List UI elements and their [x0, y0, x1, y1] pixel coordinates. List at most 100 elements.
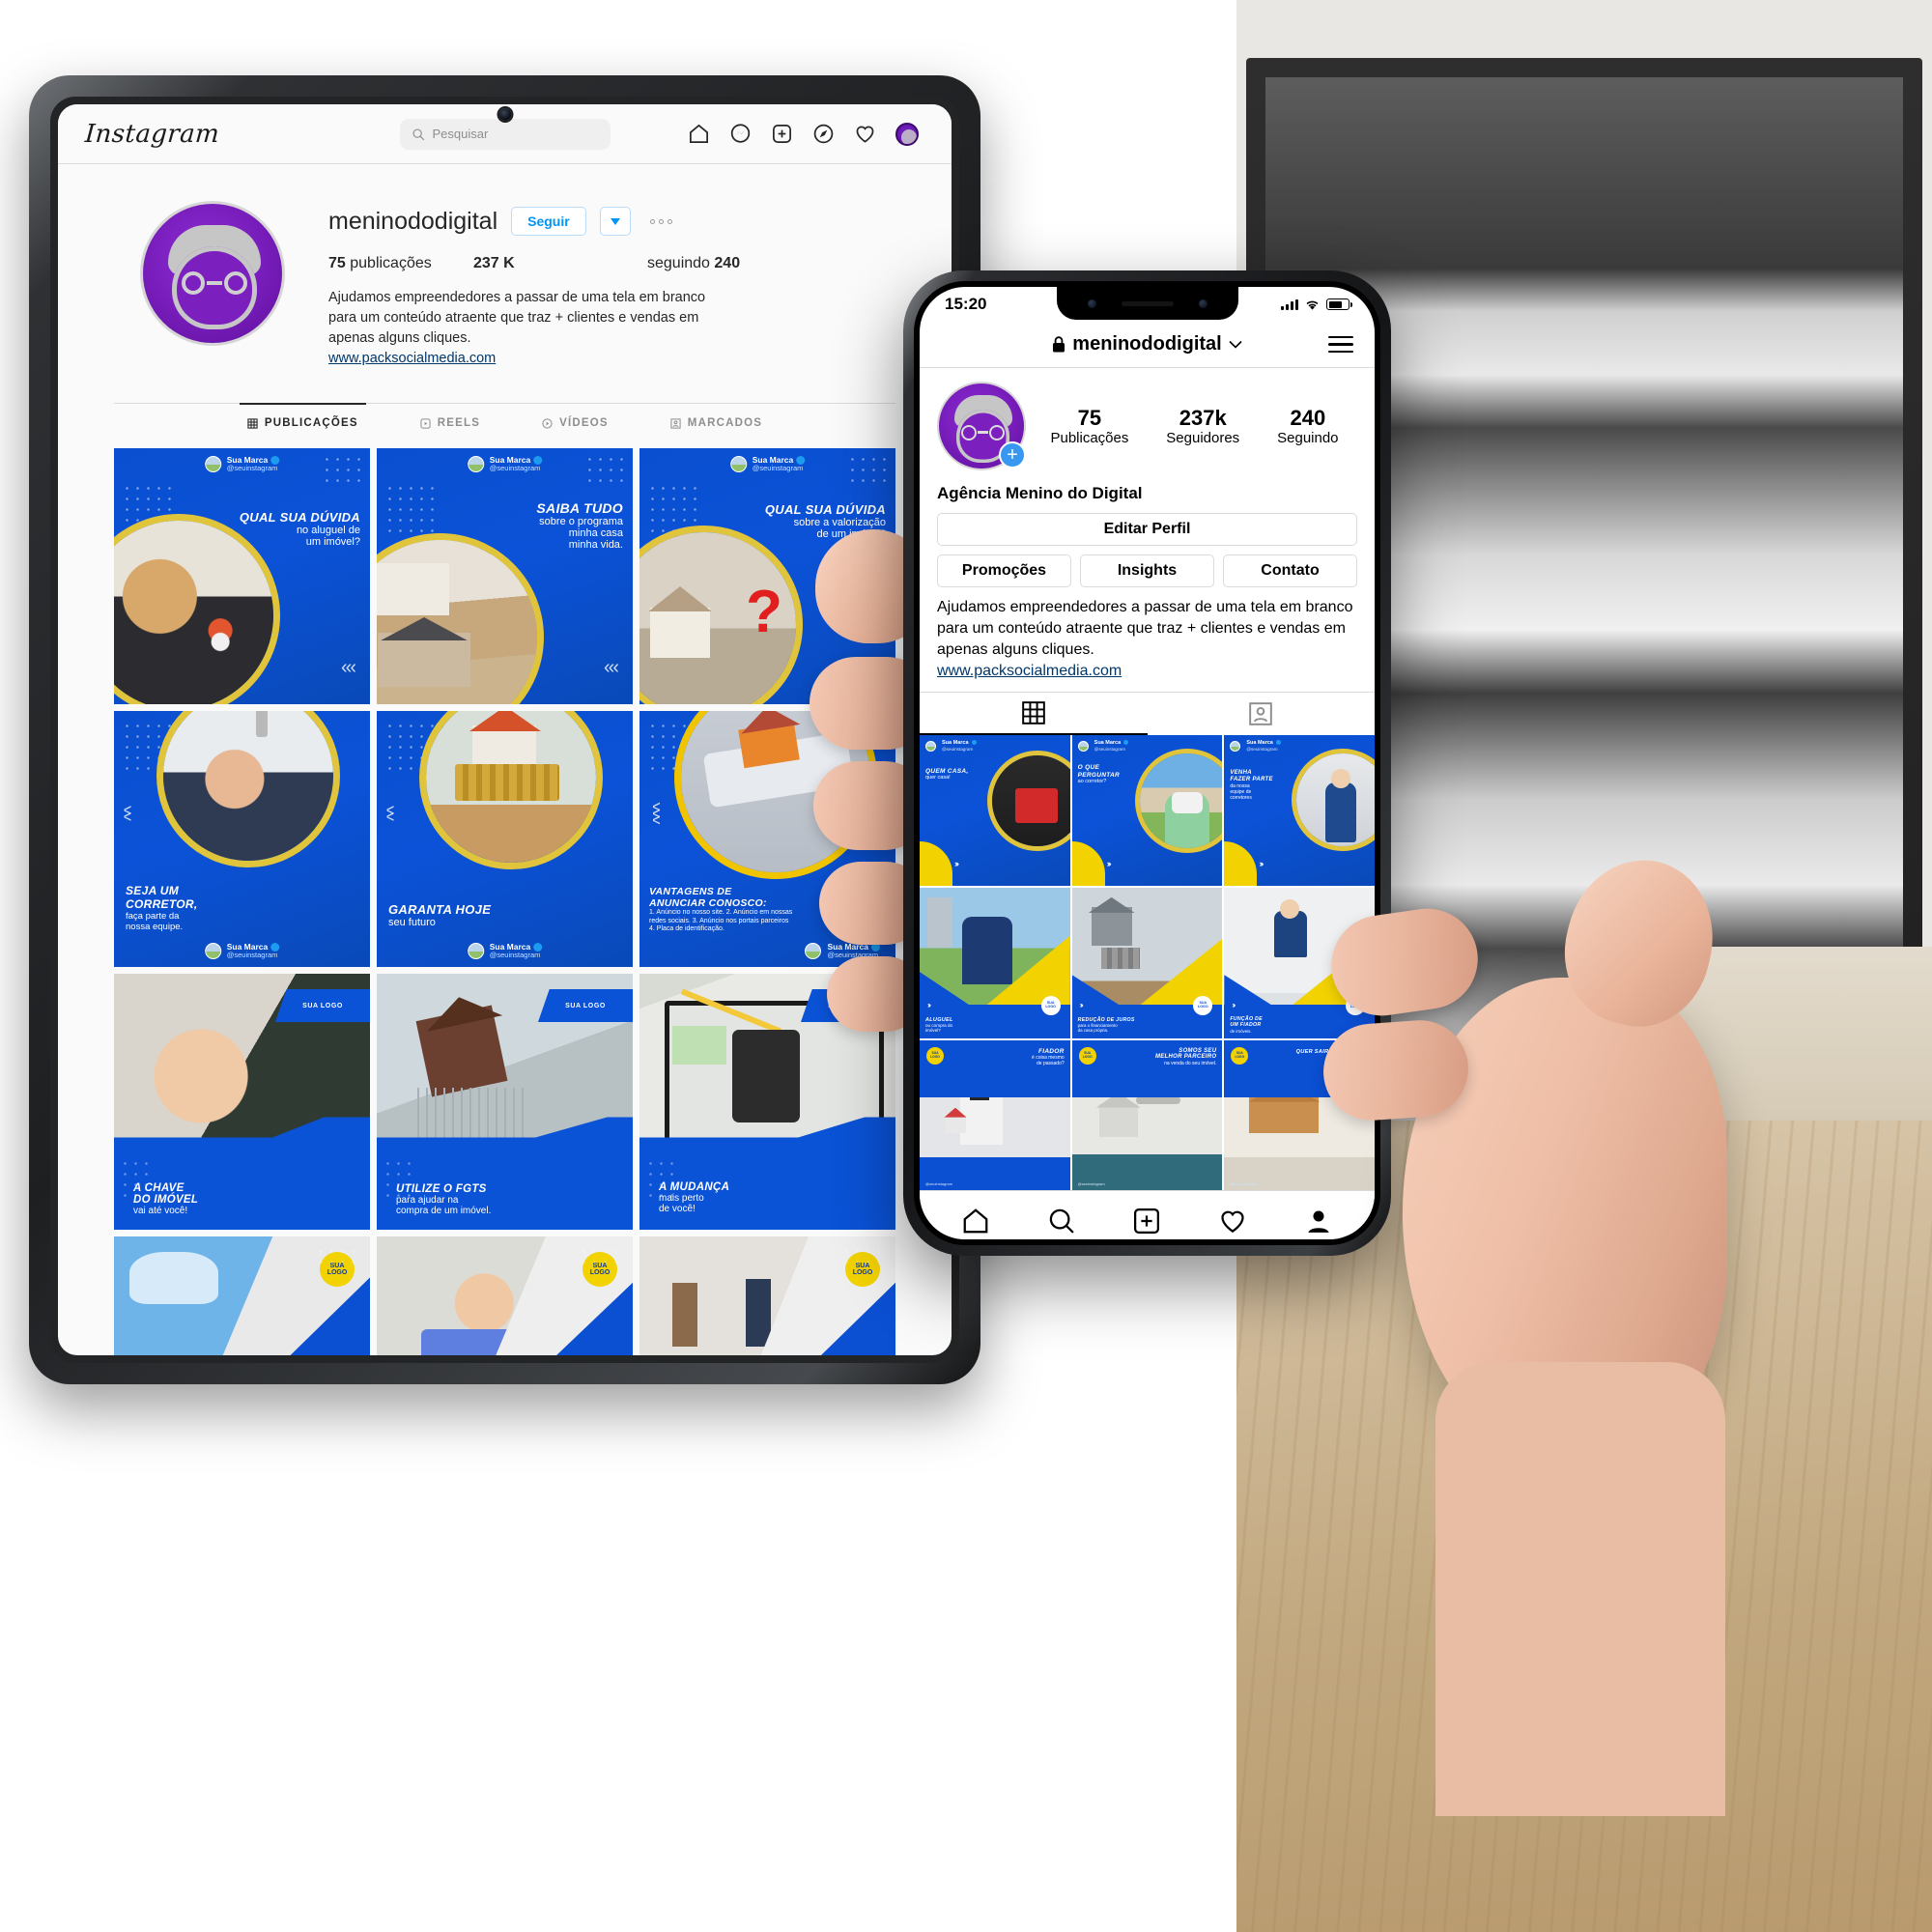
- follow-button[interactable]: Seguir: [511, 207, 586, 236]
- post-title-block: UTILIZE O FGTS para ajudar na compra de …: [396, 1183, 491, 1216]
- stat-followers[interactable]: 237k Seguidores: [1166, 406, 1239, 446]
- post-p7[interactable]: SUA LOGO A CHAVE DO IMÓVEL vai até você!: [114, 974, 370, 1231]
- post-title: SAIBA TUDO: [536, 500, 623, 517]
- insights-button[interactable]: Insights: [1080, 554, 1214, 587]
- search-placeholder: Pesquisar: [432, 127, 489, 141]
- post-q6[interactable]: SUA LOGO ››› FUNÇÃO DE UM FIADOR de imóve…: [1224, 887, 1375, 1038]
- post-p5[interactable]: ^^ GARANTA HOJE seu futuro Sua Marca @se…: [377, 711, 633, 968]
- post-arrows: ‹‹‹: [604, 657, 619, 679]
- explore-icon[interactable]: [812, 123, 835, 145]
- tablet-bezel: Instagram Pesquisar meninododigital Segu…: [50, 97, 959, 1363]
- hamburger-menu-icon[interactable]: [1328, 335, 1353, 354]
- phone-bottom-nav: [920, 1190, 1375, 1239]
- profile-link[interactable]: www.packsocialmedia.com: [920, 661, 1375, 692]
- profile-link[interactable]: www.packsocialmedia.com: [328, 351, 913, 366]
- post-title: O QUE PERGUNTAR: [1077, 764, 1121, 779]
- post-arrows: ‹‹‹: [867, 657, 882, 679]
- instagram-logo[interactable]: Instagram: [84, 120, 220, 149]
- contato-button[interactable]: Contato: [1223, 554, 1357, 587]
- stat-following[interactable]: seguindo 240: [647, 255, 740, 272]
- post-logo-badge: SUA LOGO: [275, 989, 370, 1023]
- post-p3[interactable]: Sua Marca @seuinstagram ? QUAL SUA DÚVID…: [639, 448, 895, 705]
- stat-posts[interactable]: 75 Publicações: [1050, 406, 1128, 446]
- post-title-block: FUNÇÃO DE UM FIADOR de imóveis.: [1230, 1016, 1263, 1034]
- stat-following-label: Seguindo: [1277, 430, 1339, 447]
- post-title-block: VENHA FAZER PARTE da nossa equipe de cor…: [1230, 770, 1272, 801]
- post-q4[interactable]: SUA LOGO ››› ALUGUEL ou compra do imóvel?: [920, 887, 1070, 1038]
- post-subtitle: de imóveis.: [1230, 1028, 1252, 1034]
- post-subtitle: para o financiamento da casa própria.: [1077, 1023, 1118, 1034]
- stat-following[interactable]: 240 Seguindo: [1277, 406, 1338, 446]
- post-p2[interactable]: Sua Marca @seuinstagram SAIBA TUDO sobre…: [377, 448, 633, 705]
- promocoes-button[interactable]: Promoções: [937, 554, 1071, 587]
- search-icon[interactable]: [1047, 1207, 1076, 1236]
- profile-avatar-icon[interactable]: [895, 122, 919, 146]
- post-photo-ring: [419, 711, 603, 870]
- tab-label: REELS: [437, 417, 481, 430]
- post-logo-badge: SUA LOGO: [538, 989, 633, 1023]
- post-p10[interactable]: SUALOGO ››› PASSA NA SUA CABEÇA, que a c…: [114, 1236, 370, 1355]
- post-brand-header: Sua Marca @seuinstagram: [467, 942, 543, 960]
- tab-videos[interactable]: VÍDEOS: [542, 417, 609, 440]
- post-brand-name: Sua Marca: [1094, 740, 1122, 747]
- search-input[interactable]: Pesquisar: [399, 118, 611, 150]
- tab-marcados[interactable]: MARCADOS: [670, 417, 762, 440]
- post-p11[interactable]: SUALOGO ››› IMÓVEL COM PROBLEMAS? alguma…: [377, 1236, 633, 1355]
- new-post-icon[interactable]: [771, 123, 793, 145]
- post-grid: Sua Marca @seuinstagram QUAL SUA DÚVIDA …: [114, 448, 895, 1355]
- reels-icon: [420, 417, 431, 429]
- stat-posts: 75 publicações: [328, 255, 473, 272]
- add-story-button[interactable]: +: [999, 441, 1026, 469]
- home-icon[interactable]: [961, 1207, 990, 1236]
- add-post-icon[interactable]: [1132, 1207, 1161, 1236]
- post-p1[interactable]: Sua Marca @seuinstagram QUAL SUA DÚVIDA …: [114, 448, 370, 705]
- heart-icon[interactable]: [854, 123, 876, 145]
- post-handle: @seuinstagram: [942, 746, 974, 752]
- post-p8[interactable]: SUA LOGO UTILIZE O FGTS para ajudar na c…: [377, 974, 633, 1231]
- profile-bio: Ajudamos empreendedores a passar de uma …: [937, 599, 1353, 659]
- heart-icon[interactable]: [1218, 1207, 1247, 1236]
- post-q3[interactable]: Sua Marca @seuinstagram VENHA FAZER PART…: [1224, 735, 1375, 886]
- tab-label: MARCADOS: [687, 417, 763, 430]
- post-q7[interactable]: SUA LOGO FIADOR é coisa mesmo de passado?…: [920, 1039, 1070, 1191]
- tab-publicacoes[interactable]: PUBLICAÇÕES: [239, 403, 366, 440]
- profile-icon[interactable]: [1304, 1207, 1333, 1236]
- follow-options-button[interactable]: [599, 207, 631, 236]
- tab-grid[interactable]: [920, 693, 1148, 736]
- post-q1[interactable]: Sua Marca @seuinstagram QUEM CASA, quer …: [920, 735, 1070, 886]
- post-p12[interactable]: SUALOGO ››› SATISFAÇÃO garantida: [639, 1236, 895, 1355]
- phone-device: 15:20 meninododigital + 75 Publicações 2…: [903, 270, 1391, 1256]
- post-q8[interactable]: SUA LOGO SOMOS SEU MELHOR PARCEIRO na ven…: [1071, 1039, 1223, 1191]
- tablet-camera-icon: [498, 108, 511, 121]
- post-p6[interactable]: ^^^ VANTAGENS DE ANUNCIAR CONOSCO: 1. An…: [639, 711, 895, 968]
- post-handle: @seuinstagram: [752, 464, 804, 473]
- post-arrows: ›››: [927, 1000, 931, 1009]
- post-p4[interactable]: ^^ SEJA UM CORRETOR, faça parte da nossa…: [114, 711, 370, 968]
- post-subtitle: ou compra do imóvel?: [925, 1022, 953, 1034]
- messenger-icon[interactable]: [729, 123, 752, 145]
- post-q5[interactable]: SUA LOGO ››› REDUÇÃO DE JUROS para o fina…: [1071, 887, 1223, 1038]
- post-q9[interactable]: SUA LOGO QUER SAIR DO ALUGUEL e adquirir …: [1224, 1039, 1375, 1191]
- post-logo-badge: SUA LOGO: [1346, 995, 1365, 1015]
- post-p9[interactable]: SUA LOGO A MUDANÇA mais perto de você!: [639, 974, 895, 1231]
- tab-tagged[interactable]: [1148, 693, 1376, 735]
- phone-title[interactable]: meninododigital: [1052, 333, 1242, 355]
- tab-reels[interactable]: REELS: [420, 417, 480, 440]
- home-icon[interactable]: [688, 123, 710, 145]
- phone-profile-row: + 75 Publicações 237k Seguidores 240 Seg…: [920, 368, 1375, 474]
- stat-posts-value: 75: [328, 255, 346, 271]
- chevron-down-icon: [1229, 340, 1242, 349]
- avatar-wrap: [97, 201, 328, 366]
- cellular-bars-icon: [1281, 298, 1298, 310]
- post-q2[interactable]: Sua Marca @seuinstagram O QUE PERGUNTAR …: [1071, 735, 1223, 886]
- dot-pattern: [579, 1246, 621, 1270]
- avatar[interactable]: +: [937, 382, 1026, 470]
- edit-profile-button[interactable]: Editar Perfil: [937, 513, 1357, 546]
- avatar[interactable]: [140, 201, 285, 346]
- stat-followers[interactable]: 237 K: [473, 255, 647, 272]
- stat-posts-label: publicações: [350, 255, 432, 271]
- more-options-button[interactable]: [649, 218, 672, 224]
- post-title: VENHA FAZER PARTE: [1230, 770, 1273, 783]
- battery-icon: [1326, 298, 1352, 310]
- post-brand-header: Sua Marca @seuinstagram: [805, 942, 880, 960]
